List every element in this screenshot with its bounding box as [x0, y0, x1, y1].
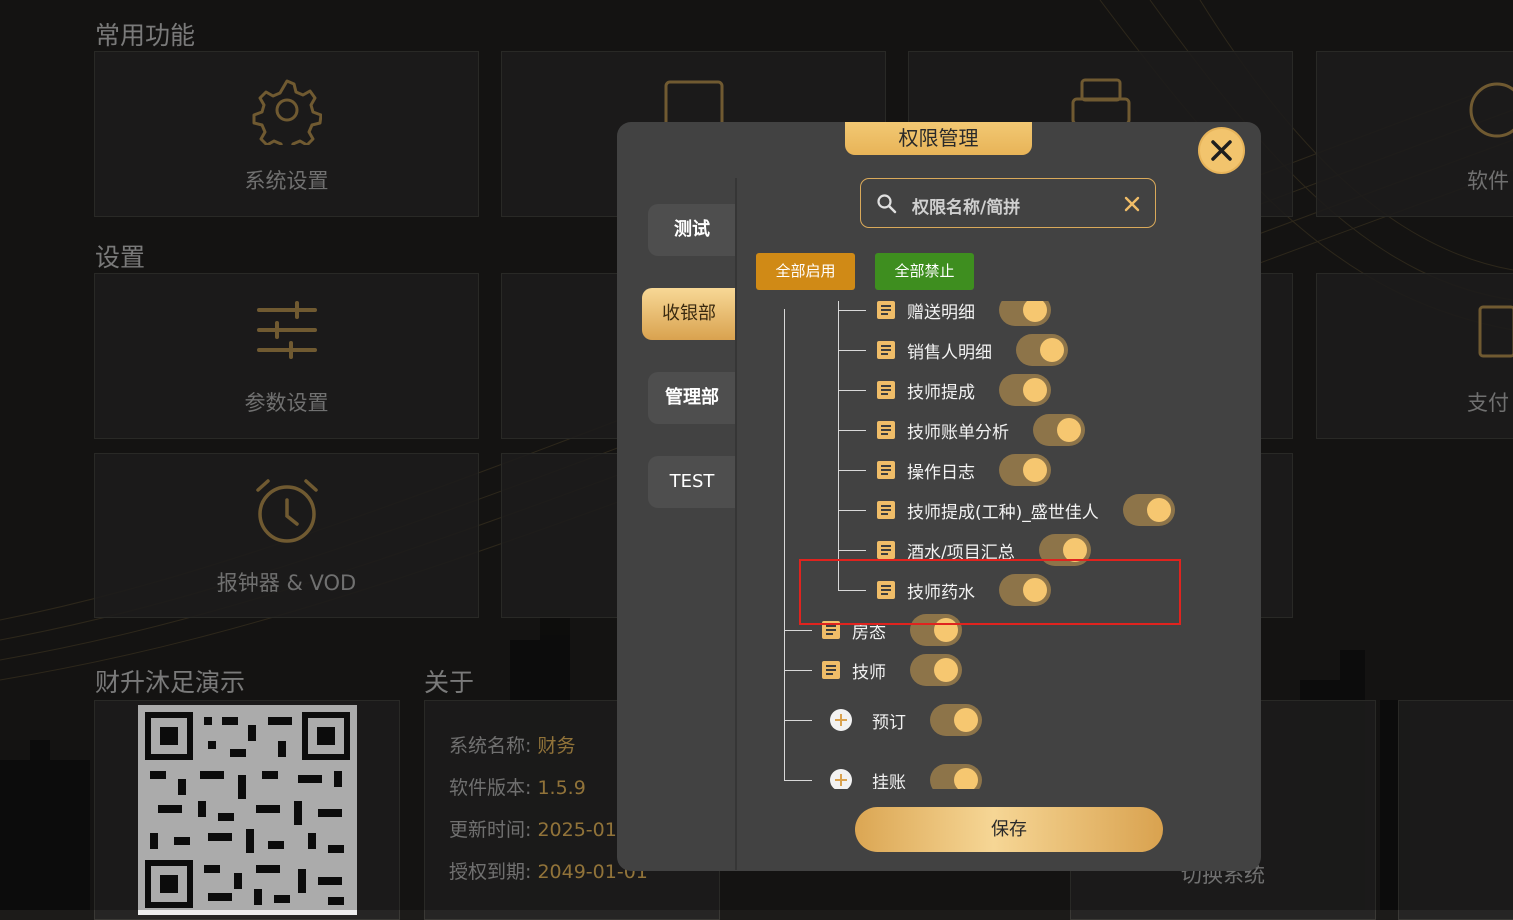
tree-line	[784, 720, 812, 721]
toggle-knob	[954, 768, 978, 789]
tree-item-label: 销售人明细	[907, 342, 992, 363]
tree-item-label: 技师账单分析	[907, 422, 1009, 443]
permission-toggle[interactable]	[999, 454, 1051, 486]
tree-line	[838, 550, 866, 551]
tree-line	[784, 309, 785, 781]
tab-management[interactable]: 管理部	[648, 372, 736, 424]
tree-line	[784, 780, 812, 781]
tree-item-label: 预订	[872, 712, 906, 733]
tree-line	[838, 350, 866, 351]
tree-item: 操作日志	[877, 452, 1051, 488]
tree-item-label: 赠送明细	[907, 302, 975, 323]
tree-line	[838, 470, 866, 471]
tab-cashier[interactable]: 收银部	[642, 288, 736, 340]
close-icon	[1211, 140, 1232, 161]
tree-item: 赠送明细	[877, 301, 1051, 328]
tab-test[interactable]: TEST	[648, 456, 736, 508]
toggle-knob	[1023, 378, 1047, 402]
tree-item: 技师提成	[877, 372, 1051, 408]
toggle-knob	[1023, 301, 1047, 322]
tree-item: 技师	[822, 652, 962, 688]
tree-item: 预订	[830, 702, 982, 738]
annotation-highlight-box	[799, 559, 1181, 625]
search-input[interactable]: 权限名称/简拼	[860, 178, 1156, 228]
permission-tree: 赠送明细 销售人明细 技师提成 技师账单分析 操作日志 技师提成(工种)_盛世佳…	[740, 301, 1240, 789]
permission-toggle[interactable]	[930, 764, 982, 789]
tree-line	[784, 670, 812, 671]
modal-divider	[735, 178, 737, 870]
tree-line	[838, 301, 839, 591]
toggle-knob	[1023, 458, 1047, 482]
document-icon	[822, 661, 840, 679]
permission-toggle[interactable]	[999, 374, 1051, 406]
search-placeholder: 权限名称/简拼	[912, 198, 1021, 218]
expand-plus-icon[interactable]	[830, 769, 852, 789]
toggle-knob	[954, 708, 978, 732]
toggle-knob	[1040, 338, 1064, 362]
toggle-knob	[1146, 498, 1171, 522]
toggle-knob	[1057, 418, 1081, 442]
tree-item-label: 技师提成(工种)_盛世佳人	[907, 502, 1099, 523]
permission-toggle[interactable]	[1033, 414, 1085, 446]
tree-item: 技师提成(工种)_盛世佳人	[877, 492, 1175, 528]
tree-item-label: 技师	[852, 662, 886, 683]
tree-line	[838, 310, 866, 311]
modal-title: 权限管理	[845, 122, 1032, 155]
permission-toggle[interactable]	[1122, 494, 1175, 526]
tree-line	[838, 390, 866, 391]
permission-toggle[interactable]	[930, 704, 982, 736]
tree-item-label: 技师提成	[907, 382, 975, 403]
tree-item: 挂账	[830, 762, 982, 789]
tree-line	[838, 510, 866, 511]
disable-all-button[interactable]: 全部禁止	[875, 253, 974, 290]
tree-item: 技师账单分析	[877, 412, 1085, 448]
permission-toggle[interactable]	[999, 301, 1051, 326]
expand-plus-icon[interactable]	[830, 709, 852, 731]
tree-line	[784, 630, 812, 631]
clear-search-icon[interactable]	[1123, 195, 1141, 213]
enable-all-button[interactable]: 全部启用	[756, 253, 855, 290]
tree-item: 销售人明细	[877, 332, 1068, 368]
tree-item-label: 挂账	[872, 772, 906, 790]
document-icon	[877, 541, 895, 559]
permission-toggle[interactable]	[910, 654, 962, 686]
permission-toggle[interactable]	[1016, 334, 1068, 366]
toggle-knob	[934, 658, 958, 682]
document-icon	[877, 421, 895, 439]
document-icon	[877, 501, 895, 519]
search-icon	[877, 194, 897, 214]
document-icon	[877, 301, 895, 319]
document-icon	[877, 381, 895, 399]
tree-line	[838, 430, 866, 431]
document-icon	[877, 341, 895, 359]
tab-test-cn[interactable]: 测试	[648, 204, 736, 256]
tree-item-label: 操作日志	[907, 462, 975, 483]
close-button[interactable]	[1200, 129, 1243, 172]
save-button[interactable]: 保存	[855, 807, 1163, 852]
document-icon	[877, 461, 895, 479]
